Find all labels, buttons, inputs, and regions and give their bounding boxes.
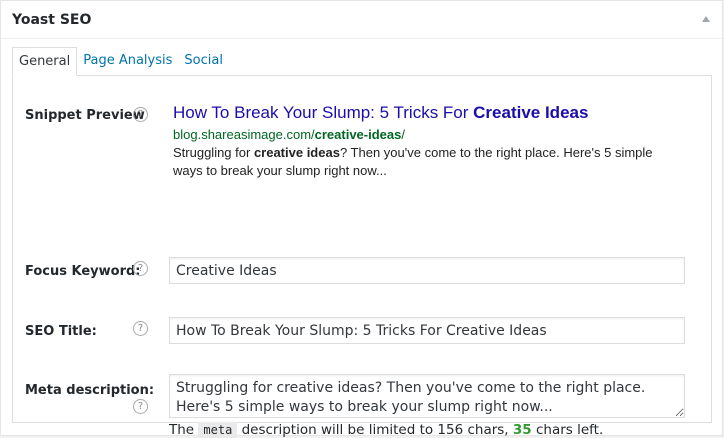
meta-description-label: Meta description: [25, 383, 155, 398]
seo-title-label: SEO Title: [25, 324, 97, 339]
meta-description-textarea[interactable]: Struggling for creative ideas? Then you'… [169, 374, 685, 418]
collapse-arrow-icon[interactable] [702, 16, 710, 22]
tab-bar: General Page Analysis Social [12, 47, 229, 76]
snippet-preview: How To Break Your Slump: 5 Tricks For Cr… [173, 102, 673, 180]
snippet-help-icon[interactable]: ? [133, 107, 148, 122]
snippet-description: Struggling for creative ideas? Then you'… [173, 145, 653, 178]
snippet-title[interactable]: How To Break Your Slump: 5 Tricks For Cr… [173, 102, 673, 124]
metabox-inside: General Page Analysis Social Snippet Pre… [1, 40, 722, 438]
meta-description-help-icon[interactable]: ? [133, 399, 148, 414]
seo-title-help-icon[interactable]: ? [133, 321, 148, 336]
tab-social[interactable]: Social [178, 47, 229, 76]
general-panel: Snippet Preview ? How To Break Your Slum… [12, 75, 712, 438]
metabox-header[interactable]: Yoast SEO [1, 1, 722, 39]
snippet-url: blog.shareasimage.com/creative-ideas/ [173, 127, 405, 142]
tab-general[interactable]: General [12, 47, 78, 76]
yoast-seo-metabox: Yoast SEO General Page Analysis Social S… [0, 0, 723, 438]
metabox-title: Yoast SEO [12, 12, 92, 28]
focus-keyword-help-icon[interactable]: ? [133, 261, 148, 276]
focus-keyword-input[interactable] [169, 257, 685, 284]
tab-page-analysis[interactable]: Page Analysis [77, 47, 178, 76]
snippet-preview-label: Snippet Preview [25, 108, 145, 123]
focus-keyword-label: Focus Keyword: [25, 264, 141, 279]
seo-title-input[interactable] [169, 317, 685, 344]
